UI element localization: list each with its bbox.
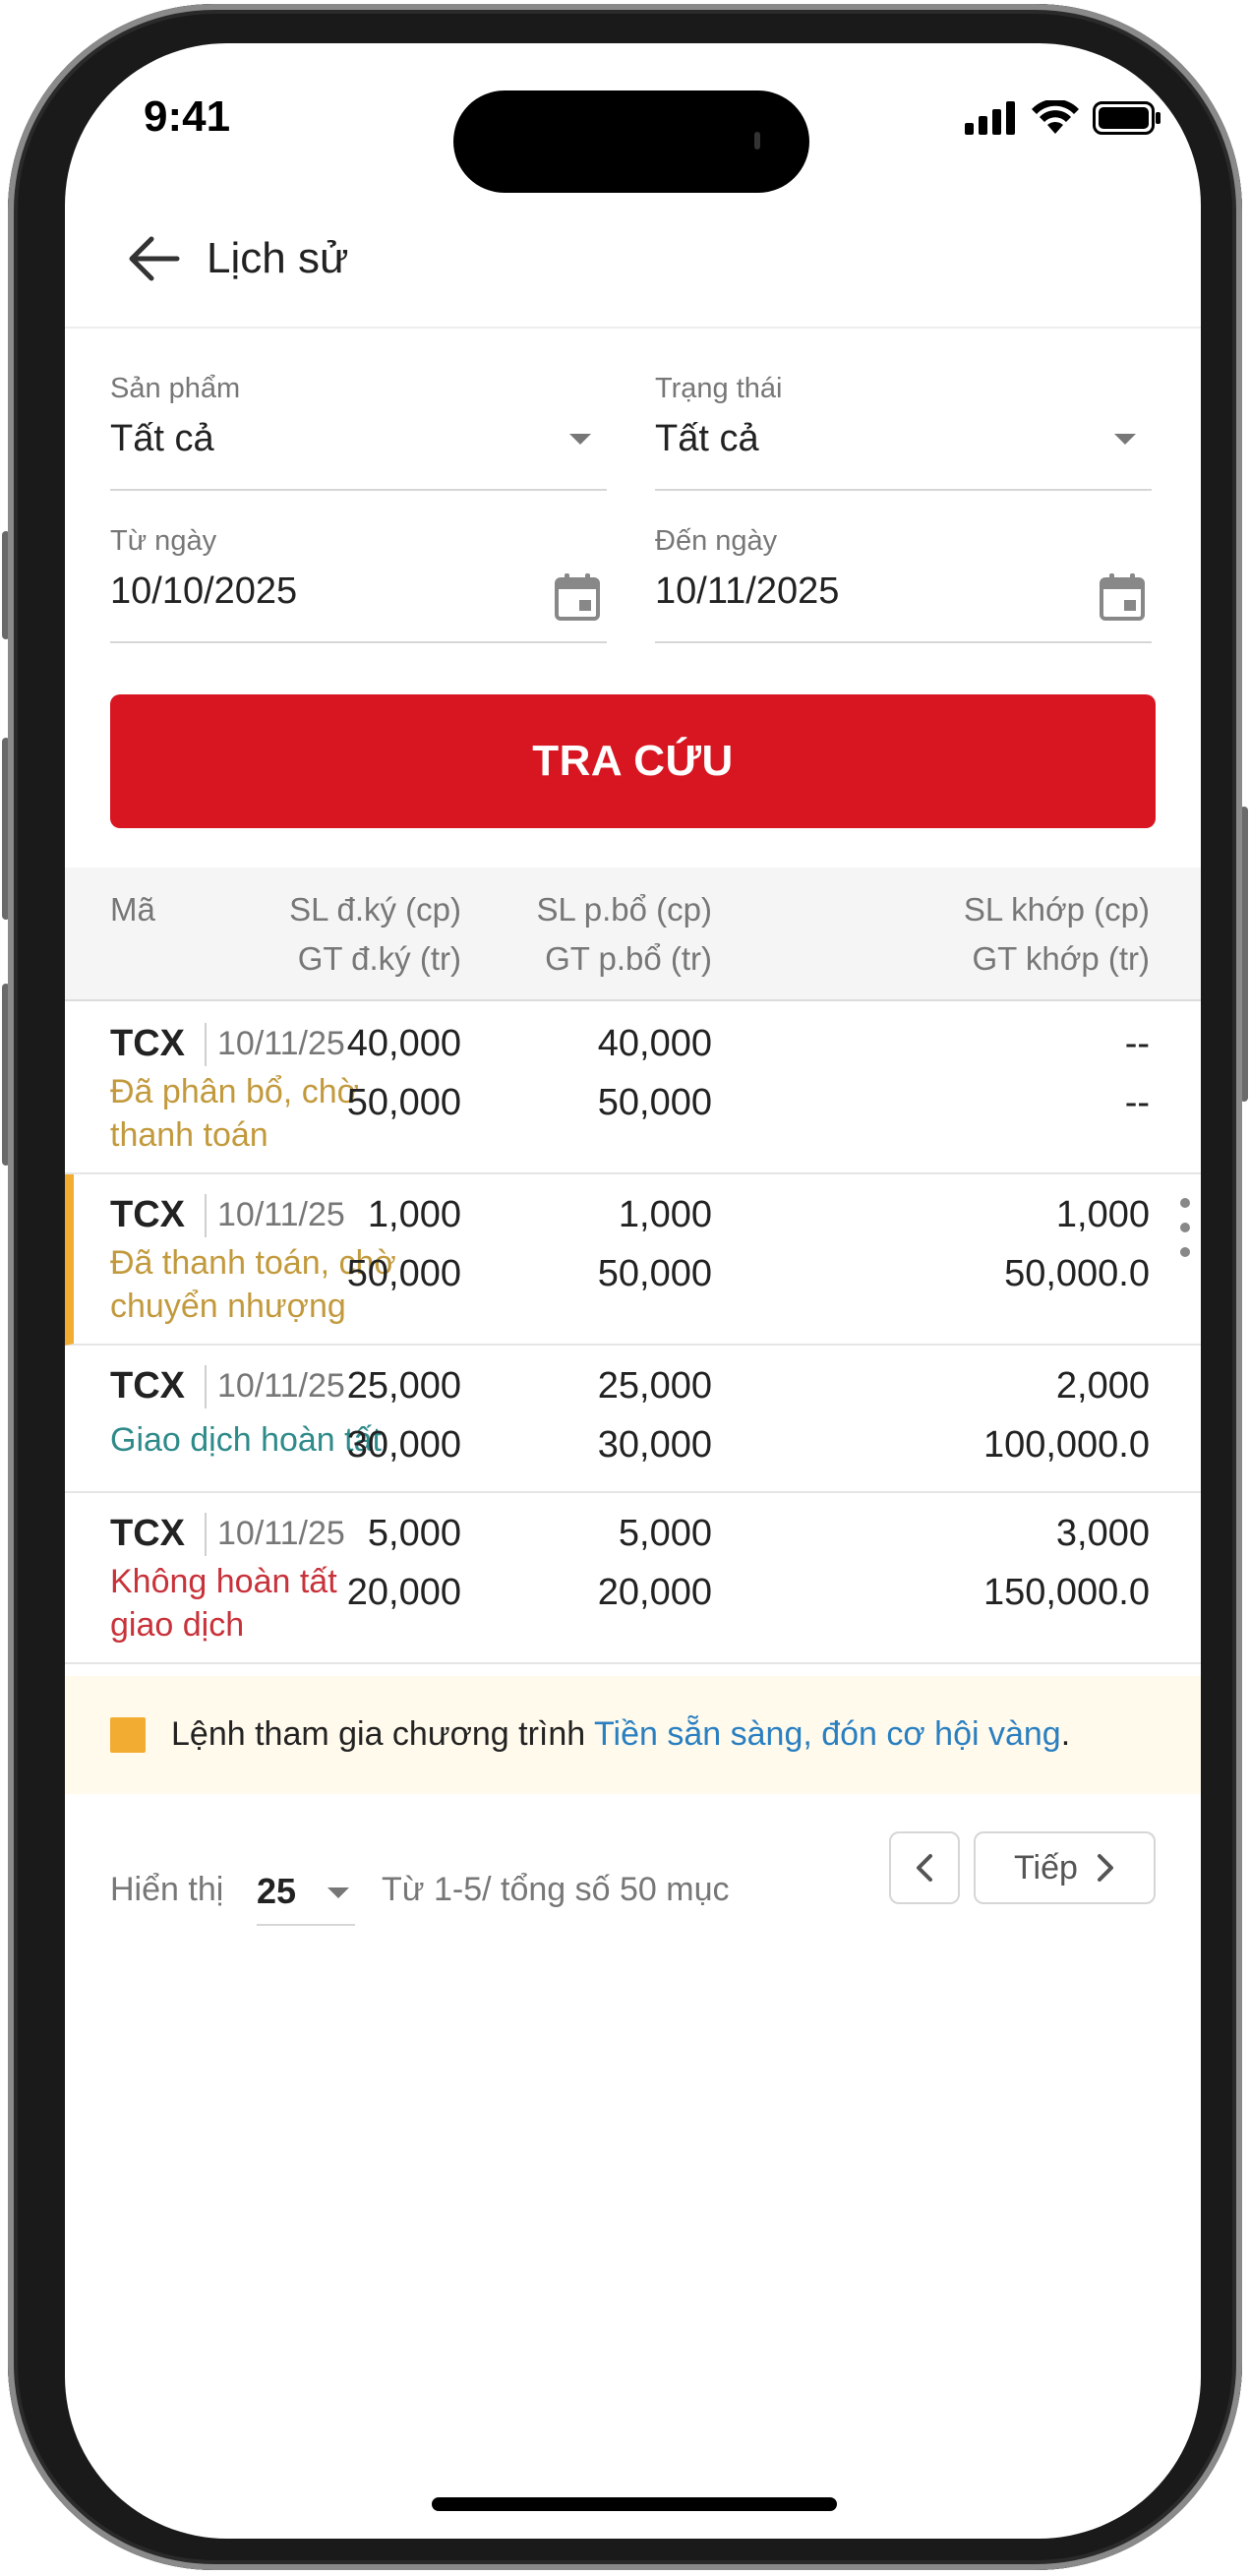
to-date-label: Đến ngày	[655, 525, 778, 557]
back-button[interactable]	[104, 210, 203, 308]
row-separator	[205, 1194, 207, 1237]
program-note: Lệnh tham gia chương trình Tiền sẵn sàng…	[65, 1676, 1201, 1794]
match-val: 50,000.0	[1004, 1253, 1150, 1294]
chevron-down-icon	[1114, 434, 1136, 445]
table-row[interactable]: TCX 10/11/25 Đã thanh toán, chờ chuyển n…	[65, 1174, 1201, 1346]
status-select[interactable]: Trạng thái Tất cả	[655, 373, 1152, 491]
alloc-val: 50,000	[597, 1082, 712, 1123]
app-header: Lịch sử	[65, 191, 1201, 329]
match-val: 150,000.0	[982, 1572, 1150, 1613]
row-code: TCX	[110, 1513, 185, 1554]
reg-qty: 40,000	[346, 1023, 461, 1064]
product-label: Sản phẩm	[110, 373, 241, 404]
alloc-val: 30,000	[597, 1424, 712, 1466]
legend-marker	[110, 1717, 146, 1753]
dynamic-island	[453, 90, 809, 193]
reg-val: 20,000	[346, 1572, 461, 1613]
signal-icon	[965, 101, 1015, 135]
alloc-val: 50,000	[597, 1253, 712, 1294]
page-size-value: 25	[257, 1871, 297, 1911]
match-val: 100,000.0	[982, 1424, 1150, 1466]
alloc-qty: 40,000	[597, 1023, 712, 1064]
program-link[interactable]: Tiền sẵn sàng, đón cơ hội vàng	[594, 1715, 1061, 1753]
from-date-label: Từ ngày	[110, 525, 217, 557]
alloc-qty: 1,000	[618, 1194, 712, 1235]
page-size-select[interactable]: 25	[257, 1855, 355, 1926]
row-code: TCX	[110, 1023, 185, 1064]
row-code: TCX	[110, 1194, 185, 1235]
next-label: Tiếp	[1014, 1848, 1078, 1887]
row-code: TCX	[110, 1365, 185, 1407]
status-label: Trạng thái	[655, 373, 783, 404]
match-qty: 2,000	[1055, 1365, 1150, 1407]
row-separator	[205, 1365, 207, 1408]
prev-page-button[interactable]	[889, 1831, 960, 1904]
next-page-button[interactable]: Tiếp	[974, 1831, 1156, 1904]
table-row[interactable]: TCX 10/11/25 Đã phân bổ, chờ thanh toán …	[65, 1003, 1201, 1174]
chevron-right-icon	[1097, 1854, 1113, 1882]
table-header: Mã SL đ.ký (cp) GT đ.ký (tr) SL p.bổ (cp…	[65, 868, 1201, 1001]
reg-qty: 5,000	[367, 1513, 461, 1554]
match-val: --	[1124, 1082, 1150, 1123]
reg-val: 30,000	[346, 1424, 461, 1466]
chevron-down-icon	[569, 434, 591, 445]
calendar-icon[interactable]	[1099, 572, 1146, 622]
status-value: Tất cả	[655, 418, 759, 459]
screen: 9:41 Lịch sử Sản phẩm Tất cả Trạng thái …	[65, 43, 1201, 2539]
reg-qty: 25,000	[346, 1365, 461, 1407]
row-separator	[205, 1513, 207, 1556]
arrow-left-icon	[129, 236, 180, 281]
page-title: Lịch sử	[207, 234, 349, 282]
col-alloc-qty: SL p.bổ (cp)	[536, 891, 712, 928]
from-date-value: 10/10/2025	[110, 570, 298, 612]
more-vertical-icon[interactable]	[1173, 1198, 1197, 1257]
match-qty: --	[1124, 1023, 1150, 1064]
table-row[interactable]: TCX 10/11/25 Giao dịch hoàn tất 25,000 3…	[65, 1346, 1201, 1493]
status-time: 9:41	[144, 92, 231, 141]
table-row[interactable]: TCX 10/11/25 Không hoàn tất giao dịch 5,…	[65, 1493, 1201, 1664]
alloc-val: 20,000	[597, 1572, 712, 1613]
col-match-qty: SL khớp (cp)	[963, 891, 1150, 928]
search-button[interactable]: TRA CỨU	[110, 694, 1156, 828]
col-match-val: GT khớp (tr)	[972, 940, 1150, 977]
chevron-left-icon	[917, 1854, 932, 1882]
home-indicator	[432, 2497, 837, 2511]
note-suffix: .	[1060, 1715, 1071, 1753]
show-label: Hiển thị	[110, 1871, 224, 1908]
range-text: Từ 1-5/ tổng số 50 mục	[382, 1871, 730, 1908]
col-code: Mã	[110, 891, 155, 928]
product-value: Tất cả	[110, 418, 214, 459]
alloc-qty: 25,000	[597, 1365, 712, 1407]
phone-frame: 9:41 Lịch sử Sản phẩm Tất cả Trạng thái …	[8, 4, 1242, 2570]
battery-icon	[1093, 101, 1161, 135]
from-date-field[interactable]: Từ ngày 10/10/2025	[110, 525, 607, 643]
row-separator	[205, 1023, 207, 1066]
match-qty: 1,000	[1055, 1194, 1150, 1235]
chevron-down-icon	[327, 1887, 349, 1898]
match-qty: 3,000	[1055, 1513, 1150, 1554]
alloc-qty: 5,000	[618, 1513, 712, 1554]
reg-val: 50,000	[346, 1082, 461, 1123]
note-prefix: Lệnh tham gia chương trình	[171, 1715, 595, 1753]
reg-qty: 1,000	[367, 1194, 461, 1235]
note-text: Lệnh tham gia chương trình Tiền sẵn sàng…	[171, 1715, 1070, 1754]
to-date-value: 10/11/2025	[655, 570, 840, 612]
product-select[interactable]: Sản phẩm Tất cả	[110, 373, 607, 491]
reg-val: 50,000	[346, 1253, 461, 1294]
to-date-field[interactable]: Đến ngày 10/11/2025	[655, 525, 1152, 643]
col-alloc-val: GT p.bổ (tr)	[545, 940, 712, 977]
status-icons	[965, 98, 1161, 138]
wifi-icon	[1032, 100, 1079, 134]
calendar-icon[interactable]	[554, 572, 601, 622]
